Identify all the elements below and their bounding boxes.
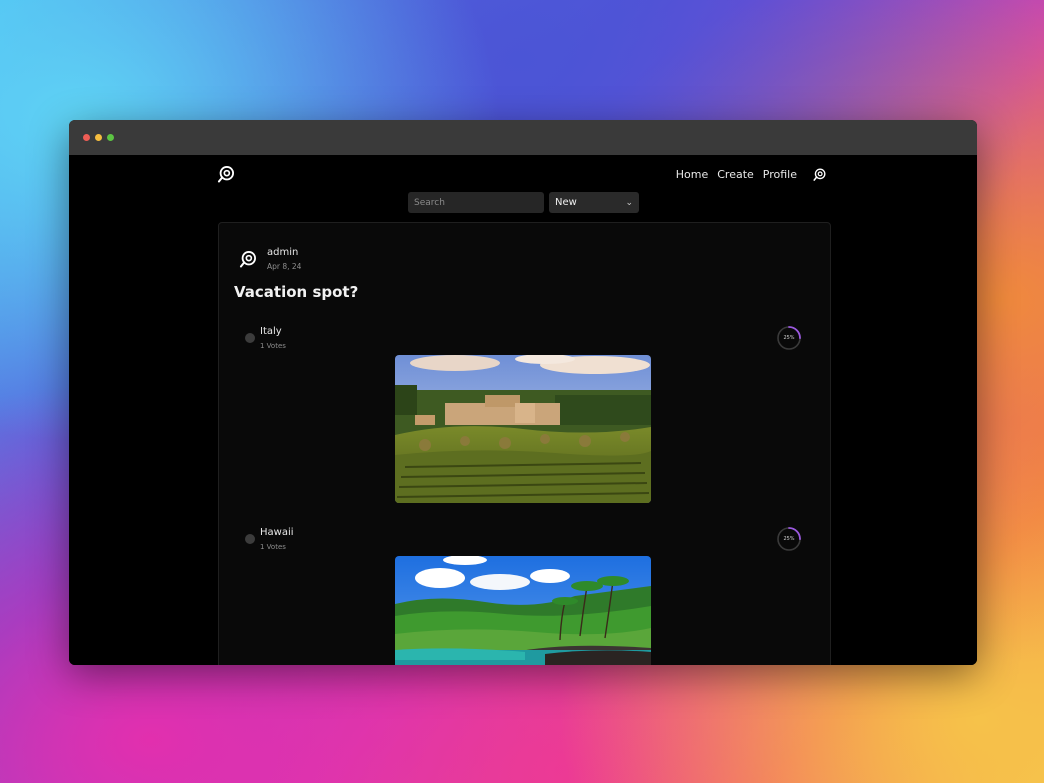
option-radio[interactable]: [245, 534, 255, 544]
window-titlebar: [69, 120, 977, 155]
author-avatar-icon[interactable]: [238, 249, 258, 269]
search-input[interactable]: [408, 192, 544, 213]
poll-card: admin Apr 8, 24 Vacation spot? Italy 1 V…: [218, 222, 831, 665]
maximize-window-button[interactable]: [107, 134, 114, 141]
post-author[interactable]: admin: [267, 247, 298, 258]
sort-select-value: New: [555, 197, 577, 208]
close-window-button[interactable]: [83, 134, 90, 141]
app-logo-icon[interactable]: [216, 164, 236, 184]
vote-percent-ring: 25%: [776, 526, 802, 552]
option-votes: 1 Votes: [260, 543, 286, 551]
browser-window: Home Create Profile New ⌄ admin Apr 8, 2…: [69, 120, 977, 665]
page-content: Home Create Profile New ⌄ admin Apr 8, 2…: [69, 155, 977, 665]
option-label: Hawaii: [260, 527, 294, 538]
sort-select[interactable]: New ⌄: [549, 192, 639, 213]
tuscany-vineyard-photo: [395, 355, 651, 503]
option-radio[interactable]: [245, 333, 255, 343]
hawaii-coast-photo: [395, 556, 651, 665]
post-date: Apr 8, 24: [267, 262, 302, 271]
vote-percent-label: 25%: [783, 536, 795, 542]
vote-percent-ring: 25%: [776, 325, 802, 351]
option-label: Italy: [260, 326, 282, 337]
top-nav: Home Create Profile: [676, 167, 827, 182]
vote-percent-label: 25%: [783, 335, 795, 341]
post-title: Vacation spot?: [234, 283, 359, 301]
chevron-down-icon: ⌄: [625, 197, 633, 208]
minimize-window-button[interactable]: [95, 134, 102, 141]
nav-create-link[interactable]: Create: [717, 168, 754, 181]
nav-home-link[interactable]: Home: [676, 168, 708, 181]
option-votes: 1 Votes: [260, 342, 286, 350]
profile-avatar-icon[interactable]: [812, 167, 827, 182]
nav-profile-link[interactable]: Profile: [763, 168, 797, 181]
